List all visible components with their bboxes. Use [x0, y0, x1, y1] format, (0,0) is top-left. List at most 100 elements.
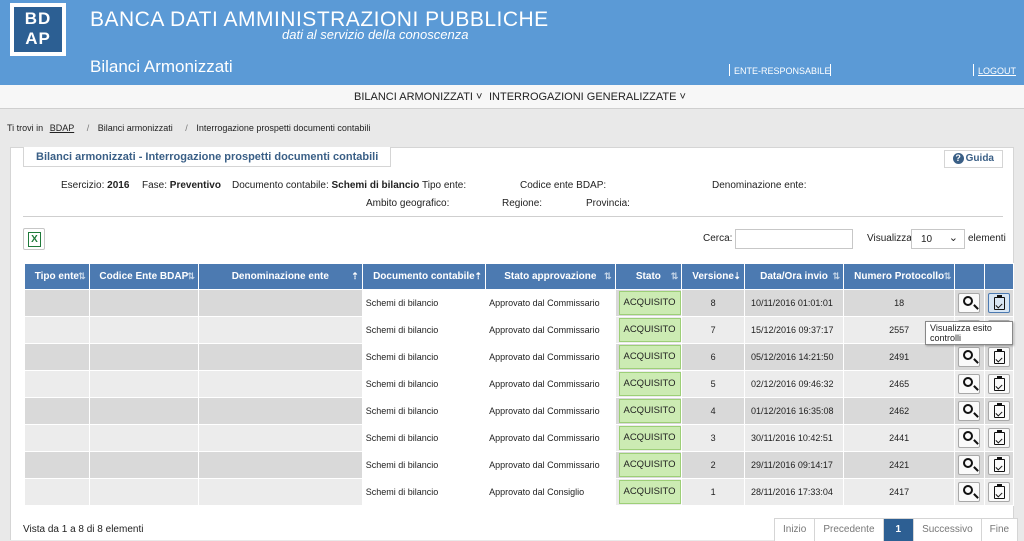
cell-denominazione	[197, 451, 363, 479]
view-detail-button[interactable]	[958, 401, 981, 421]
view-controls-button[interactable]	[987, 455, 1010, 475]
cell-action-controls	[983, 397, 1015, 425]
cell-data: 28/11/2016 17:33:04	[743, 478, 845, 506]
cell-action-controls	[983, 424, 1015, 452]
cell-tipo	[24, 397, 90, 425]
breadcrumb-separator: /	[185, 123, 188, 133]
cell-data: 01/12/2016 16:35:08	[743, 397, 845, 425]
cell-versione: 3	[681, 424, 745, 452]
view-detail-button[interactable]	[958, 455, 981, 475]
view-detail-button[interactable]	[958, 428, 981, 448]
search-input[interactable]	[735, 229, 853, 249]
col-codice-ente[interactable]: Codice Ente BDAP ⇅	[88, 263, 199, 290]
status-badge: ACQUISITO	[618, 345, 681, 369]
cell-data: 10/11/2016 01:01:01	[743, 289, 845, 317]
col-documento[interactable]: Documento contabile ⇡	[361, 263, 487, 290]
pagination: Inizio Precedente 1 Successivo Fine	[774, 518, 1019, 541]
cell-codice	[88, 424, 199, 452]
page-size-select[interactable]: 10 ⌄	[911, 229, 965, 249]
table-info: Vista da 1 a 8 di 8 elementi	[23, 524, 144, 535]
cell-approvazione: Approvato dal Commissario	[485, 397, 616, 425]
cell-codice	[88, 451, 199, 479]
pager-page-1[interactable]: 1	[883, 519, 915, 541]
logout-link[interactable]: LOGOUT	[978, 66, 1016, 76]
main-menu: BILANCI ARMONIZZATI ˅ INTERROGAZIONI GEN…	[0, 85, 1024, 109]
view-controls-button[interactable]	[987, 293, 1010, 313]
col-data-invio[interactable]: Data/Ora invio ⇅	[743, 263, 845, 290]
cell-codice	[88, 316, 199, 344]
cell-stato: ACQUISITO	[614, 343, 683, 371]
cell-protocollo: 2462	[843, 397, 956, 425]
breadcrumb-item-bdap[interactable]: BDAP	[50, 123, 75, 133]
cell-tipo	[24, 343, 90, 371]
breadcrumb-item-current: Interrogazione prospetti documenti conta…	[196, 123, 371, 133]
magnifier-icon	[963, 404, 974, 414]
cell-denominazione	[197, 289, 363, 317]
filter-documento-value: Schemi di bilancio	[331, 180, 420, 191]
cell-tipo	[24, 289, 90, 317]
sort-icon: ⇅	[943, 271, 952, 281]
cell-versione: 7	[681, 316, 745, 344]
magnifier-icon	[963, 458, 974, 468]
view-detail-button[interactable]	[958, 374, 981, 394]
cell-data: 30/11/2016 10:42:51	[743, 424, 845, 452]
view-controls-button[interactable]	[987, 482, 1010, 502]
export-excel-button[interactable]: X	[23, 228, 45, 250]
cell-action-controls	[983, 370, 1015, 398]
col-stato[interactable]: Stato ⇅	[614, 263, 683, 290]
status-badge: ACQUISITO	[618, 426, 681, 450]
table-header-row: Tipo ente ⇅ Codice Ente BDAP ⇅ Denominazio…	[24, 263, 1015, 290]
cell-stato: ACQUISITO	[614, 370, 683, 398]
col-stato-approvazione[interactable]: Stato approvazione ⇅	[485, 263, 616, 290]
col-label: Stato	[635, 271, 661, 282]
col-denominazione[interactable]: Denominazione ente ⇡	[197, 263, 363, 290]
header-divider	[729, 64, 730, 76]
clipboard-check-icon	[993, 457, 1005, 472]
view-detail-button[interactable]	[958, 293, 981, 313]
view-controls-button[interactable]	[987, 428, 1010, 448]
chevron-down-icon: ⌄	[948, 232, 958, 244]
view-detail-button[interactable]	[958, 482, 981, 502]
cell-denominazione	[197, 424, 363, 452]
col-tipo-ente[interactable]: Tipo ente ⇅	[24, 263, 90, 290]
breadcrumb-separator: /	[86, 123, 90, 133]
pager-first[interactable]: Inizio	[775, 519, 816, 541]
cell-tipo	[24, 478, 90, 506]
results-panel: Bilanci armonizzati - Interrogazione pro…	[10, 147, 1019, 541]
view-controls-button[interactable]	[987, 347, 1010, 367]
col-protocollo[interactable]: Numero Protocollo ⇅	[843, 263, 956, 290]
cell-codice	[88, 397, 199, 425]
cell-protocollo: 2441	[843, 424, 956, 452]
col-label: Versione	[692, 271, 734, 282]
page-size-value: 10	[921, 234, 933, 245]
clipboard-check-icon	[993, 403, 1005, 418]
view-controls-button[interactable]	[987, 374, 1010, 394]
bdap-logo[interactable]: BD AP	[10, 3, 66, 56]
cell-action-controls	[983, 478, 1015, 506]
status-badge: ACQUISITO	[618, 453, 681, 477]
help-icon: ?	[952, 153, 964, 164]
cell-tipo	[24, 451, 90, 479]
cell-action-controls	[983, 451, 1015, 479]
cell-versione: 2	[681, 451, 745, 479]
cell-tipo	[24, 424, 90, 452]
menu-interrogazioni-generalizzate[interactable]: INTERROGAZIONI GENERALIZZATE ˅	[489, 91, 686, 103]
view-detail-button[interactable]	[958, 347, 981, 367]
pager-last[interactable]: Fine	[981, 519, 1018, 541]
tooltip: Visualizza esito controlli	[925, 321, 1013, 345]
breadcrumb-item-bilanci[interactable]: Bilanci armonizzati	[98, 123, 173, 133]
view-controls-button[interactable]	[987, 401, 1010, 421]
ente-responsabile-link[interactable]: ENTE-RESPONSABILE	[734, 66, 831, 76]
pager-previous[interactable]: Precedente	[815, 519, 884, 541]
cell-documento: Schemi di bilancio	[361, 370, 487, 398]
menu-bilanci-armonizzati[interactable]: BILANCI ARMONIZZATI ˅	[354, 91, 482, 103]
app-header: BD AP BANCA DATI AMMINISTRAZIONI PUBBLIC…	[0, 0, 1024, 85]
table-row: Schemi di bilancio Approvato dal Commissa…	[24, 370, 1015, 398]
app-title: Bilanci Armonizzati	[90, 57, 233, 76]
guide-button[interactable]: ? Guida	[943, 150, 1003, 168]
pager-next[interactable]: Successivo	[914, 519, 982, 541]
cell-codice	[88, 289, 199, 317]
page-size-label: Visualizza	[867, 233, 912, 244]
cell-stato: ACQUISITO	[614, 478, 683, 506]
col-versione[interactable]: Versione ⇣	[681, 263, 745, 290]
